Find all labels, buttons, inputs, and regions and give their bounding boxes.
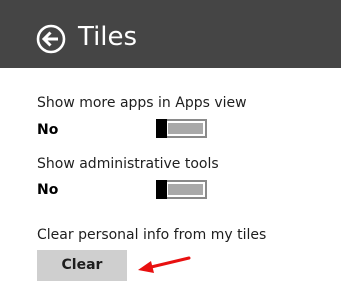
toggle-track: [168, 184, 203, 195]
page-title: Tiles: [78, 22, 138, 52]
clear-personal-info-label: Clear personal info from my tiles: [37, 227, 267, 243]
clear-button[interactable]: Clear: [37, 250, 127, 281]
show-admin-tools-label: Show administrative tools: [37, 156, 219, 172]
back-arrow-circle-icon: [36, 24, 66, 54]
show-admin-tools-toggle[interactable]: [156, 180, 207, 199]
toggle-thumb[interactable]: [156, 119, 167, 138]
page-header: Tiles: [0, 0, 341, 68]
show-more-apps-state: No: [37, 122, 59, 138]
red-arrow-icon: [138, 256, 191, 273]
show-more-apps-toggle[interactable]: [156, 119, 207, 138]
back-button[interactable]: [36, 24, 66, 54]
show-more-apps-label: Show more apps in Apps view: [37, 95, 247, 111]
toggle-thumb[interactable]: [156, 180, 167, 199]
toggle-track: [168, 123, 203, 134]
show-admin-tools-state: No: [37, 182, 59, 198]
